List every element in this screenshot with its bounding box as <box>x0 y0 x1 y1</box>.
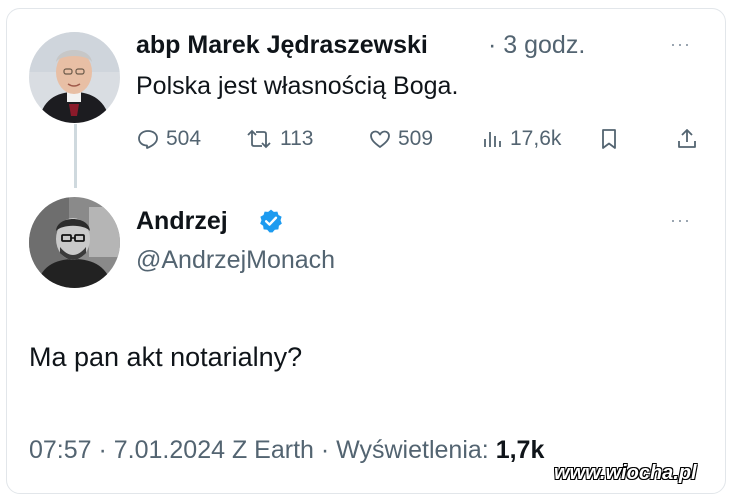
share-button[interactable] <box>676 127 698 151</box>
reply-button[interactable]: 504 <box>136 127 201 151</box>
views-button[interactable]: 17,6k <box>482 127 561 151</box>
heart-icon <box>368 127 392 151</box>
tweet-footer-meta: 07:57 · 7.01.2024 Z Earth · Wyświetlenia… <box>29 436 544 465</box>
verified-badge-icon <box>258 208 284 239</box>
site-watermark: www.wiocha.pl <box>554 462 697 484</box>
avatar-andrzej[interactable] <box>29 197 120 288</box>
reply-count: 504 <box>166 127 202 150</box>
bar-chart-icon <box>482 127 504 151</box>
like-count: 509 <box>398 127 434 150</box>
tweet-text: Polska jest własnością Boga. <box>136 72 459 100</box>
like-button[interactable]: 509 <box>368 127 433 151</box>
retweet-count: 113 <box>280 127 314 150</box>
timestamp-source-views-label[interactable]: 07:57 · 7.01.2024 Z Earth · Wyświetlenia… <box>29 436 496 464</box>
bookmark-button[interactable] <box>598 127 620 151</box>
avatar-bishop[interactable] <box>29 32 120 123</box>
author-handle[interactable]: @AndrzejMonach <box>136 246 335 275</box>
retweet-icon <box>244 127 274 151</box>
retweet-button[interactable]: 113 <box>244 127 313 151</box>
reply-icon <box>136 127 160 151</box>
views-count: 1,7k <box>495 436 545 464</box>
tweet-actions-bar: 504 113 509 17,6k <box>0 127 736 157</box>
tweet-text: Ma pan akt notarialny? <box>29 342 303 372</box>
views-count: 17,6k <box>510 127 562 150</box>
more-options-button[interactable]: ··· <box>670 210 691 231</box>
tweet-timestamp[interactable]: · 3 godz. <box>488 31 585 60</box>
author-name[interactable]: abp Marek Jędraszewski <box>136 31 428 60</box>
share-icon <box>676 127 698 151</box>
author-name[interactable]: Andrzej <box>136 207 228 236</box>
more-options-button[interactable]: ··· <box>670 34 691 55</box>
bookmark-icon <box>598 127 620 151</box>
